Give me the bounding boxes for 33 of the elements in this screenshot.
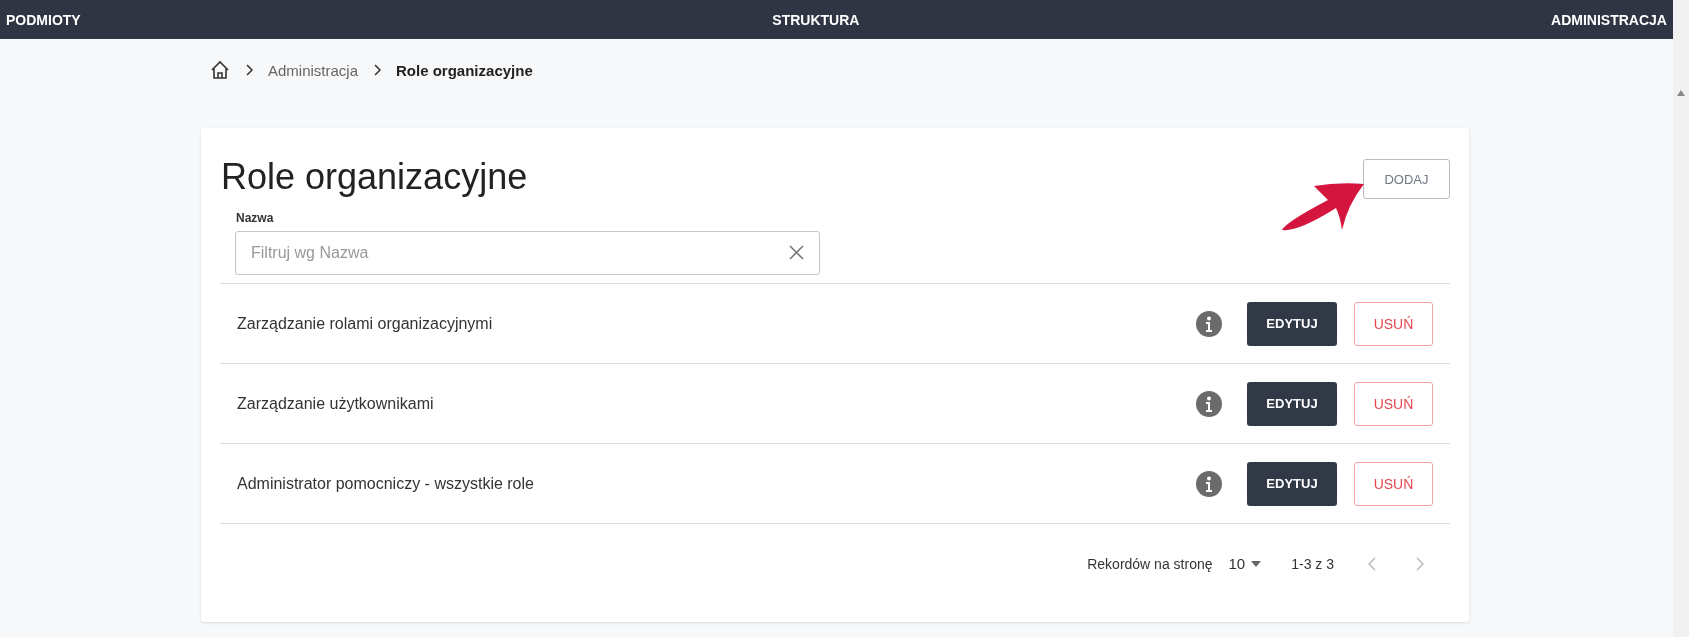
field-label: Nazwa <box>236 211 275 225</box>
home-icon[interactable] <box>210 60 230 80</box>
delete-button[interactable]: USUŃ <box>1354 301 1433 346</box>
rows-per-page-label: Rekordów na stronę <box>1087 555 1213 572</box>
info-icon[interactable] <box>1196 310 1222 337</box>
breadcrumb-link[interactable]: Administracja <box>268 61 359 79</box>
scroll-up-icon[interactable] <box>1677 90 1685 96</box>
chevron-right-icon <box>372 64 383 76</box>
delete-button[interactable]: USUŃ <box>1354 461 1433 506</box>
edit-button[interactable]: EDYTUJ <box>1247 301 1337 346</box>
close-icon[interactable] <box>789 245 804 260</box>
nav-link[interactable]: STRUKTURA <box>772 11 860 28</box>
info-icon[interactable] <box>1196 390 1222 417</box>
nav-link[interactable]: ADMINISTRACJA <box>1551 11 1667 28</box>
role-name: Zarządzanie rolami organizacyjnymi <box>237 314 494 333</box>
add-button[interactable]: DODAJ <box>1363 159 1450 199</box>
role-name: Zarządzanie użytkownikami <box>237 394 435 413</box>
scrollbar[interactable] <box>1673 0 1689 637</box>
info-icon[interactable] <box>1196 470 1222 497</box>
chevron-right-icon <box>244 64 254 76</box>
edit-button[interactable]: EDYTUJ <box>1247 381 1337 426</box>
edit-button[interactable]: EDYTUJ <box>1247 461 1337 506</box>
rows-per-page-select[interactable]: 10 <box>1228 555 1262 572</box>
chevron-right-icon <box>1416 556 1424 571</box>
role-name: Administrator pomocniczy - wszystkie role <box>237 474 535 493</box>
chevron-left-icon <box>1368 556 1376 571</box>
page-title: Role organizacyjne <box>221 156 528 198</box>
breadcrumb-link[interactable]: Role organizacyjne <box>396 61 533 79</box>
dropdown-caret-icon <box>1251 560 1262 567</box>
page-range: 1-3 z 3 <box>1291 555 1334 572</box>
filter-field[interactable]: Filtruj wg Nazwa <box>235 231 820 275</box>
delete-button[interactable]: USUŃ <box>1354 381 1433 426</box>
nav-link[interactable]: PODMIOTY <box>6 11 81 28</box>
